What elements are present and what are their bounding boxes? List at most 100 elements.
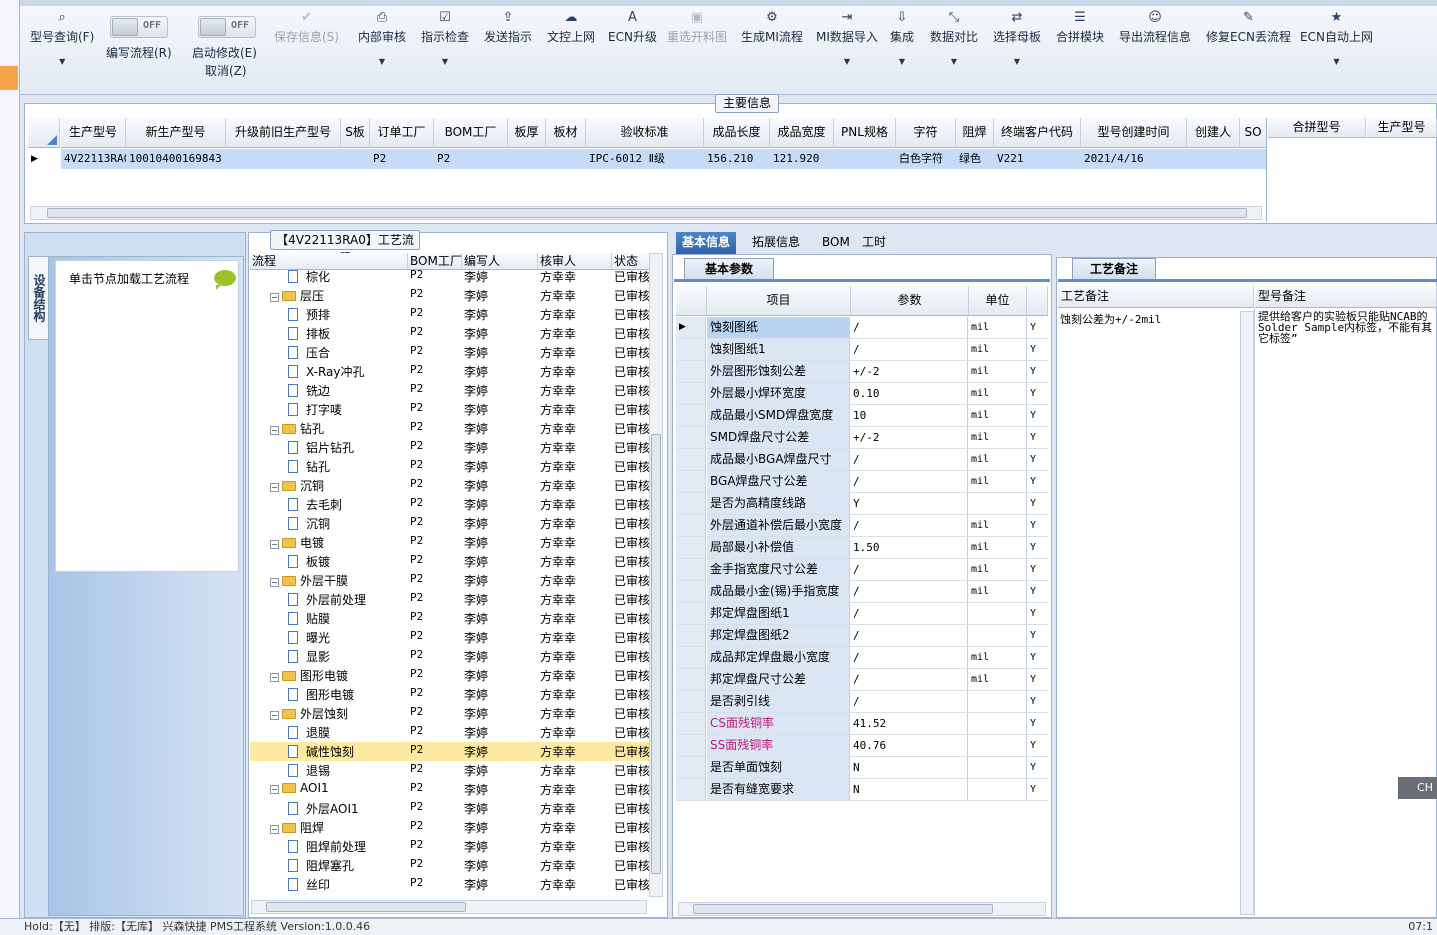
main-cell[interactable] — [1187, 149, 1240, 169]
model-note-text[interactable]: 提供给客户的实验板只能贴NCAB的 Solder Sample内标签，不能有其它… — [1258, 311, 1437, 351]
main-col-header[interactable]: 创建人 — [1187, 118, 1240, 148]
main-cell[interactable]: 绿色 — [956, 149, 994, 169]
scroll-thumb[interactable] — [47, 208, 1247, 218]
toolbar-button-14[interactable]: ☺ 导出流程信息 — [1119, 10, 1191, 45]
process-row[interactable]: − 阻焊 P2 李婷 方幸幸 已审核 — [250, 818, 650, 837]
info-row[interactable]: 外层最小焊环宽度 0.10 mil Y — [676, 383, 1048, 405]
info-value[interactable]: / — [851, 317, 968, 338]
process-row[interactable]: 退膜 P2 李婷 方幸幸 已审核 — [250, 723, 650, 742]
process-row[interactable]: 打字唛 P2 李婷 方幸幸 已审核 — [250, 400, 650, 419]
main-cell[interactable]: IPC-6012 Ⅱ级 — [586, 149, 704, 169]
process-row[interactable]: 铝片钻孔 P2 李婷 方幸幸 已审核 — [250, 438, 650, 457]
scroll-thumb[interactable] — [266, 902, 466, 912]
process-row[interactable]: − AOI1 P2 李婷 方幸幸 已审核 — [250, 780, 650, 799]
main-cell[interactable]: 10010400169843 — [126, 149, 226, 169]
process-row[interactable]: − 钻孔 P2 李婷 方幸幸 已审核 — [250, 419, 650, 438]
info-row[interactable]: 是否单面蚀刻 N Y — [676, 757, 1048, 779]
left-strip-marker[interactable] — [0, 66, 18, 90]
toolbar-button-16[interactable]: ★ ECN自动上网 ▼ — [1300, 10, 1373, 66]
main-col-header[interactable]: 板厚 — [508, 118, 546, 148]
info-value[interactable]: / — [851, 449, 968, 470]
process-row[interactable]: 显影 P2 李婷 方幸幸 已审核 — [250, 647, 650, 666]
notes-vscrollbar[interactable] — [1240, 311, 1254, 915]
collapse-icon[interactable]: − — [270, 711, 279, 720]
info-row[interactable]: 邦定焊盘图纸1/ Y — [676, 603, 1048, 625]
info-value[interactable]: 10 — [851, 405, 968, 426]
info-row[interactable]: 外层图形蚀刻公差 +/-2 mil Y — [676, 361, 1048, 383]
info-value[interactable]: / — [851, 625, 968, 646]
main-col-header[interactable]: BOM工厂 — [434, 118, 508, 148]
process-row[interactable]: − 外层干膜 P2 李婷 方幸幸 已审核 — [250, 571, 650, 590]
info-row[interactable]: 邦定焊盘尺寸公差 / mil Y — [676, 669, 1048, 691]
process-row[interactable]: X-Ray冲孔 P2 李婷 方幸幸 已审核 — [250, 362, 650, 381]
main-col-header[interactable]: SO — [1240, 118, 1267, 148]
main-col-header[interactable]: 字符 — [896, 118, 956, 148]
toolbar-button-4[interactable]: ⇪ 发送指示 — [484, 10, 532, 45]
main-col-header[interactable]: 成品宽度 — [770, 118, 834, 148]
main-col-header[interactable]: 成品长度 — [704, 118, 770, 148]
basic-params-tab[interactable]: 基本参数 — [684, 258, 774, 280]
process-row[interactable]: − 外层蚀刻 P2 李婷 方幸幸 已审核 — [250, 704, 650, 723]
collapse-icon[interactable]: − — [270, 426, 279, 435]
toolbar-button-11[interactable]: ⤡ 数据对比 ▼ — [930, 10, 978, 66]
process-row[interactable]: 排板 P2 李婷 方幸幸 已审核 — [250, 324, 650, 343]
process-vscrollbar[interactable] — [649, 253, 663, 897]
main-col-header[interactable]: 验收标准 — [586, 118, 704, 148]
main-col-header[interactable]: 型号创建时间 — [1081, 118, 1187, 148]
info-value[interactable]: / — [851, 669, 968, 690]
collapse-icon[interactable]: − — [270, 540, 279, 549]
toolbar-button-1[interactable]: ✔ 保存信息(S) — [274, 10, 339, 45]
info-tab[interactable]: 拓展信息 — [746, 232, 806, 254]
info-tab[interactable]: BOM — [816, 232, 856, 254]
toolbar-button-0[interactable]: ⌕ 型号查询(F) ▼ — [30, 10, 94, 66]
info-row[interactable]: 外层通道补偿后最小宽度 / mil Y — [676, 515, 1048, 537]
info-row[interactable]: 成品最小SMD焊盘宽度 10 mil Y — [676, 405, 1048, 427]
toolbar-button-8[interactable]: ⚙ 生成MI流程 — [741, 10, 803, 45]
main-cell[interactable]: 白色字符 — [896, 149, 956, 169]
process-row[interactable]: 沉铜 P2 李婷 方幸幸 已审核 — [250, 514, 650, 533]
info-value[interactable]: / — [851, 339, 968, 360]
process-row[interactable]: − 图形电镀 P2 李婷 方幸幸 已审核 — [250, 666, 650, 685]
info-value[interactable]: N — [851, 779, 968, 800]
info-row[interactable]: CS面残铜率 41.52 Y — [676, 713, 1048, 735]
main-cell[interactable] — [1240, 149, 1267, 169]
process-row[interactable]: − 沉铜 P2 李婷 方幸幸 已审核 — [250, 476, 650, 495]
toolbar-button-12[interactable]: ⇄ 选择母板 ▼ — [993, 10, 1041, 66]
info-row[interactable]: 是否有缝宽要求 N Y — [676, 779, 1048, 801]
main-col-header[interactable]: 升级前旧生产型号 — [226, 118, 341, 148]
info-hscrollbar[interactable] — [678, 902, 1046, 916]
info-row[interactable]: 局部最小补偿值 1.50 mil Y — [676, 537, 1048, 559]
main-cell[interactable] — [341, 149, 370, 169]
process-row[interactable]: − 电镀 P2 李婷 方幸幸 已审核 — [250, 533, 650, 552]
info-value[interactable]: / — [851, 603, 968, 624]
collapse-icon[interactable]: − — [270, 578, 279, 587]
info-tab[interactable]: 基本信息 — [676, 232, 737, 254]
info-row[interactable]: SS面残铜率 40.76 Y — [676, 735, 1048, 757]
toolbar-button-13[interactable]: ☰ 合拼模块 — [1056, 10, 1104, 45]
process-row[interactable]: 贴膜 P2 李婷 方幸幸 已审核 — [250, 609, 650, 628]
info-row[interactable]: 成品邦定焊盘最小宽度 / mil Y — [676, 647, 1048, 669]
info-col-header[interactable]: 单位 — [969, 286, 1027, 316]
process-row[interactable]: 去毛刺 P2 李婷 方幸幸 已审核 — [250, 495, 650, 514]
process-row[interactable]: 板镀 P2 李婷 方幸幸 已审核 — [250, 552, 650, 571]
info-row[interactable]: 金手指宽度尺寸公差 / mil Y — [676, 559, 1048, 581]
process-row[interactable]: 图形电镀 P2 李婷 方幸幸 已审核 — [250, 685, 650, 704]
main-cell[interactable]: P2 — [370, 149, 434, 169]
process-hscrollbar[interactable] — [251, 900, 647, 914]
info-value[interactable]: N — [851, 757, 968, 778]
device-structure-tab[interactable]: 设备结构 — [28, 256, 48, 340]
info-row[interactable]: 是否剥引线 / Y — [676, 691, 1048, 713]
collapse-icon[interactable]: − — [270, 785, 279, 794]
main-col-header[interactable]: 生产型号 — [61, 118, 126, 148]
toolbar-button-7[interactable]: ▣ 重选开料图 — [667, 10, 727, 45]
info-value[interactable]: / — [851, 581, 968, 602]
info-value[interactable]: / — [851, 691, 968, 712]
info-value[interactable]: / — [851, 647, 968, 668]
info-row[interactable]: 蚀刻图纸1/mil Y — [676, 339, 1048, 361]
info-value[interactable]: Y — [851, 493, 968, 514]
main-cell[interactable] — [508, 149, 546, 169]
chevron-down-icon[interactable]: ▼ — [30, 57, 94, 66]
process-row[interactable]: 预排 P2 李婷 方幸幸 已审核 — [250, 305, 650, 324]
main-cell[interactable] — [226, 149, 341, 169]
notes-tab[interactable]: 工艺备注 — [1072, 258, 1156, 280]
